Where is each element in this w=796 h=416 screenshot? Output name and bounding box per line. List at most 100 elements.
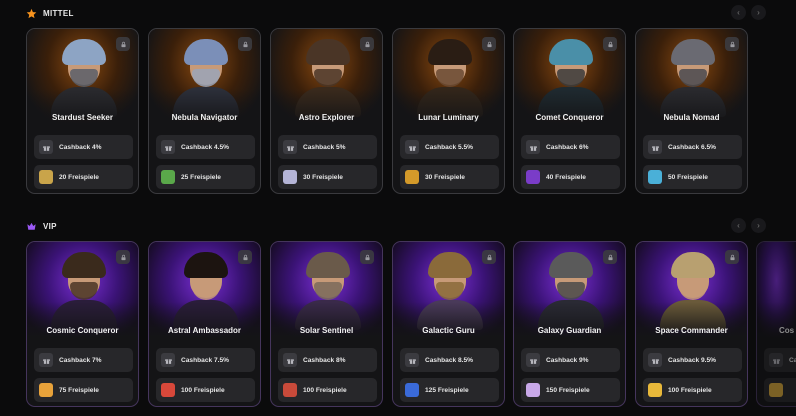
game-thumbnail-icon	[526, 383, 540, 397]
cashback-label: Cashback 6.5%	[668, 143, 717, 151]
game-thumbnail-icon	[283, 383, 297, 397]
tier-card-galactic-guru[interactable]: Galactic Guru Cashback 8.5% 125 Freispiele	[392, 241, 505, 407]
gift-icon	[526, 140, 540, 154]
freespins-label: 30 Freispiele	[425, 173, 465, 181]
tier-card-nebula-navigator[interactable]: Nebula Navigator Cashback 4.5% 25 Freispie…	[148, 28, 261, 194]
avatar	[538, 252, 604, 330]
gift-icon	[405, 353, 419, 367]
cashback-row: Cashback 9%	[521, 348, 620, 372]
freespins-label: 150 Freispiele	[546, 386, 590, 394]
freespins-row: 50 Freispiele	[643, 165, 742, 189]
lock-icon	[116, 250, 130, 264]
game-thumbnail-icon	[769, 383, 783, 397]
cashback-row: Cashback 6%	[521, 135, 620, 159]
avatar	[51, 39, 117, 117]
gift-icon	[39, 140, 53, 154]
freespins-row: 100 Freispiele	[156, 378, 255, 402]
cashback-label: Cashback 5%	[303, 143, 346, 151]
mittel-prev-button[interactable]: ‹	[731, 5, 746, 20]
card-title: Lunar Luminary	[418, 113, 479, 122]
tier-card-comet-conqueror[interactable]: Comet Conqueror Cashback 6% 40 Freispiele	[513, 28, 626, 194]
card-title: Astro Explorer	[298, 113, 355, 122]
game-thumbnail-icon	[161, 170, 175, 184]
tier-card-galaxy-guardian[interactable]: Galaxy Guardian Cashback 9% 150 Freispiele	[513, 241, 626, 407]
mittel-section-title: MITTEL	[43, 8, 74, 18]
tier-card-nebula-nomad[interactable]: Nebula Nomad Cashback 6.5% 50 Freispiele	[635, 28, 748, 194]
lock-icon	[482, 37, 496, 51]
freespins-row	[764, 378, 796, 402]
crown-icon	[27, 222, 36, 230]
freespins-row: 150 Freispiele	[521, 378, 620, 402]
card-title: Nebula Nomad	[663, 113, 720, 122]
avatar	[660, 39, 726, 117]
game-thumbnail-icon	[283, 170, 297, 184]
tier-card-cosmic-conqueror[interactable]: Cosmic Conqueror Cashback 7% 75 Freispiele	[26, 241, 139, 407]
mittel-section: MITTEL ‹ › Stardust Seeker Cashback 4% 20 …	[0, 0, 796, 205]
card-title: Solar Sentinel	[299, 326, 354, 335]
game-thumbnail-icon	[39, 170, 53, 184]
freespins-label: 100 Freispiele	[303, 386, 347, 394]
cashback-row: Cashback 4%	[34, 135, 133, 159]
lock-icon	[725, 250, 739, 264]
tier-card-partial[interactable]: Cos Cas	[756, 241, 796, 407]
mittel-next-button[interactable]: ›	[751, 5, 766, 20]
cashback-label: Cashback 9.5%	[668, 356, 717, 364]
avatar	[295, 252, 361, 330]
freespins-row: 30 Freispiele	[278, 165, 377, 189]
gift-icon	[161, 353, 175, 367]
freespins-label: 40 Freispiele	[546, 173, 586, 181]
cashback-row: Cashback 7.5%	[156, 348, 255, 372]
vip-next-button[interactable]: ›	[751, 218, 766, 233]
vip-section-header: VIP	[26, 219, 57, 233]
chevron-right-icon: ›	[757, 8, 760, 17]
freespins-label: 100 Freispiele	[181, 386, 225, 394]
cashback-row: Cas	[764, 348, 796, 372]
tier-card-astro-explorer[interactable]: Astro Explorer Cashback 5% 30 Freispiele	[270, 28, 383, 194]
gift-icon	[405, 140, 419, 154]
gift-icon	[39, 353, 53, 367]
card-title: Comet Conqueror	[535, 113, 604, 122]
tier-card-stardust-seeker[interactable]: Stardust Seeker Cashback 4% 20 Freispiele	[26, 28, 139, 194]
tier-card-lunar-luminary[interactable]: Lunar Luminary Cashback 5.5% 30 Freispiele	[392, 28, 505, 194]
lock-icon	[360, 37, 374, 51]
card-title: Galaxy Guardian	[537, 326, 602, 335]
gift-icon	[283, 353, 297, 367]
cashback-label: Cashback 7.5%	[181, 356, 230, 364]
cashback-row: Cashback 5%	[278, 135, 377, 159]
freespins-row: 25 Freispiele	[156, 165, 255, 189]
cashback-label: Cashback 8.5%	[425, 356, 474, 364]
card-title: Space Commander	[655, 326, 728, 335]
cashback-label: Cashback 6%	[546, 143, 589, 151]
avatar	[173, 39, 239, 117]
lock-icon	[238, 250, 252, 264]
gift-icon	[769, 353, 783, 367]
avatar	[538, 39, 604, 117]
cashback-label: Cashback 8%	[303, 356, 346, 364]
mittel-section-header: MITTEL	[26, 6, 74, 20]
card-title: Astral Ambassador	[167, 326, 242, 335]
lock-icon	[482, 250, 496, 264]
game-thumbnail-icon	[405, 383, 419, 397]
cashback-label: Cashback 9%	[546, 356, 589, 364]
cashback-row: Cashback 8.5%	[400, 348, 499, 372]
freespins-row: 100 Freispiele	[278, 378, 377, 402]
tier-card-space-commander[interactable]: Space Commander Cashback 9.5% 100 Freispie…	[635, 241, 748, 407]
tier-card-astral-ambassador[interactable]: Astral Ambassador Cashback 7.5% 100 Freisp…	[148, 241, 261, 407]
tier-card-solar-sentinel[interactable]: Solar Sentinel Cashback 8% 100 Freispiele	[270, 241, 383, 407]
freespins-row: 125 Freispiele	[400, 378, 499, 402]
lock-icon	[603, 37, 617, 51]
cashback-row: Cashback 7%	[34, 348, 133, 372]
avatar	[417, 39, 483, 117]
vip-section: VIP ‹ › Cosmic Conqueror Cashback 7% 75 Fr…	[0, 213, 796, 416]
freespins-label: 20 Freispiele	[59, 173, 99, 181]
cashback-row: Cashback 8%	[278, 348, 377, 372]
cashback-row: Cashback 4.5%	[156, 135, 255, 159]
lock-icon	[360, 250, 374, 264]
chevron-left-icon: ‹	[737, 221, 740, 230]
freespins-label: 125 Freispiele	[425, 386, 469, 394]
game-thumbnail-icon	[405, 170, 419, 184]
game-thumbnail-icon	[526, 170, 540, 184]
avatar	[51, 252, 117, 330]
freespins-row: 75 Freispiele	[34, 378, 133, 402]
vip-prev-button[interactable]: ‹	[731, 218, 746, 233]
